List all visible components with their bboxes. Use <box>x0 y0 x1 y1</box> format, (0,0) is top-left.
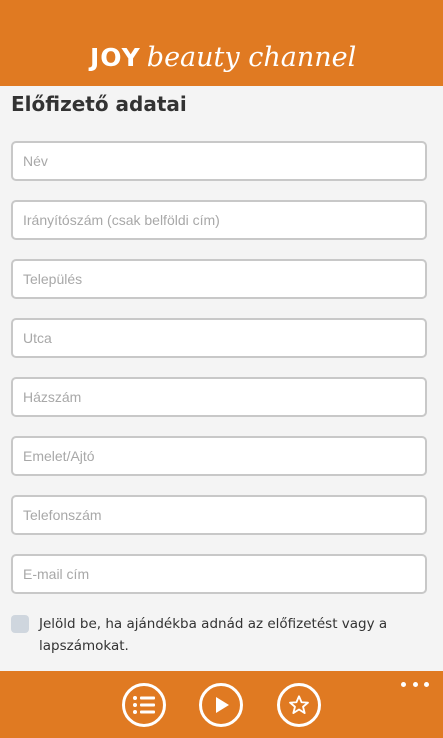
email-field[interactable] <box>11 554 427 594</box>
page-title: Előfizető adatai <box>11 92 187 116</box>
logo-beauty-channel-text: beauty channel <box>146 42 357 73</box>
list-icon <box>133 696 155 714</box>
name-field[interactable] <box>11 141 427 181</box>
play-button[interactable] <box>199 683 243 727</box>
logo-joy-text: JOY <box>90 43 141 72</box>
phone-field[interactable] <box>11 495 427 535</box>
app-header: JOY beauty channel <box>0 0 443 86</box>
app-logo: JOY beauty channel <box>90 42 356 78</box>
more-dot <box>424 681 429 687</box>
more-dot <box>412 681 418 687</box>
more-dot <box>401 681 406 687</box>
gift-checkbox[interactable] <box>11 615 29 633</box>
play-icon <box>216 697 229 713</box>
star-icon <box>289 695 309 714</box>
postal-code-field[interactable] <box>11 200 427 240</box>
street-field[interactable] <box>11 318 427 358</box>
favorite-button[interactable] <box>277 683 321 727</box>
list-button[interactable] <box>122 683 166 727</box>
house-number-field[interactable] <box>11 377 427 417</box>
more-icon[interactable] <box>401 679 429 689</box>
app-bar <box>0 671 443 738</box>
gift-checkbox-label: Jelöld be, ha ajándékba adnád az előfize… <box>39 616 388 654</box>
city-field[interactable] <box>11 259 427 299</box>
floor-door-field[interactable] <box>11 436 427 476</box>
